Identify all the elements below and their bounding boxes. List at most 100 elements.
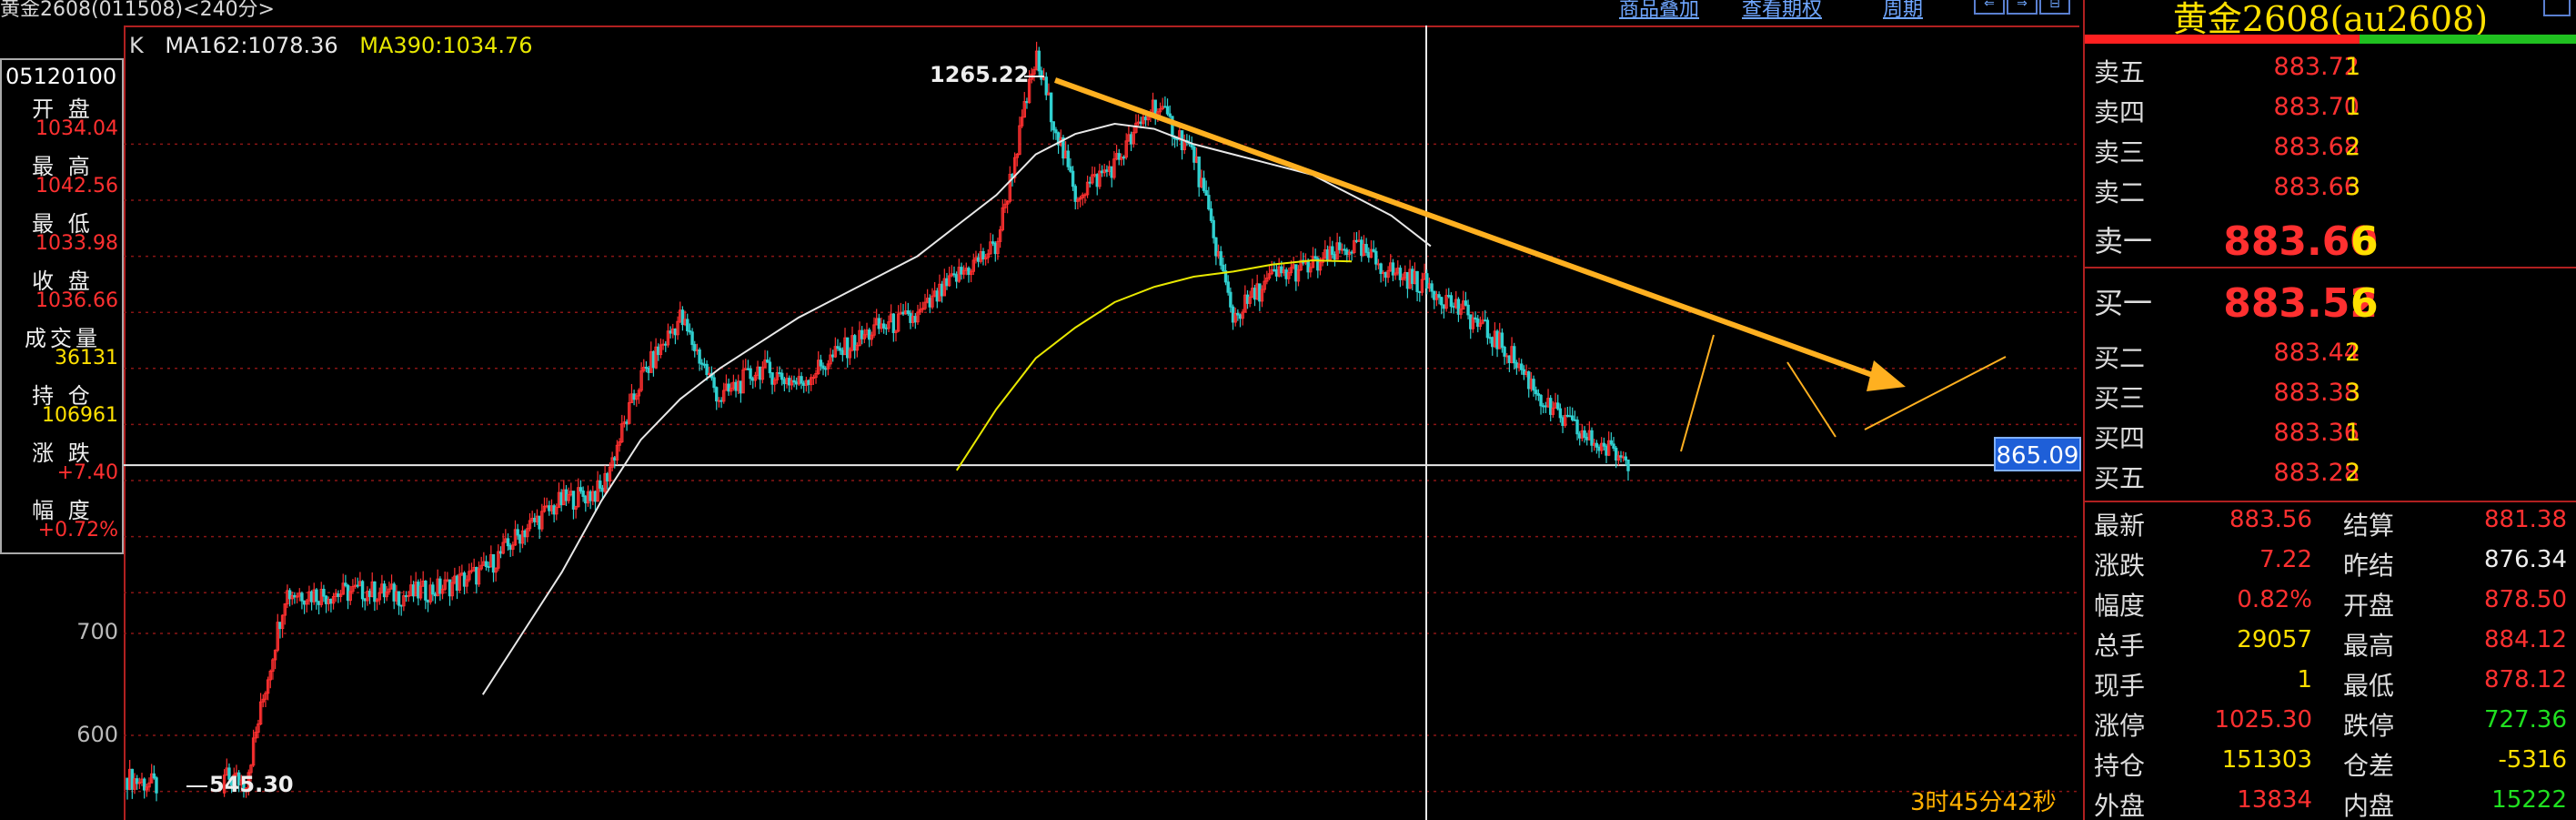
candle-body: [1447, 295, 1451, 298]
stat-value: 883.56: [2229, 506, 2312, 533]
candle-body: [506, 538, 510, 547]
candle-body: [152, 773, 156, 779]
candle-body: [1514, 362, 1519, 369]
candle-body: [788, 378, 791, 386]
candle-body: [155, 777, 158, 794]
ask-row[interactable]: 卖五 883.72 1: [2085, 53, 2576, 93]
candle-body: [1071, 170, 1075, 187]
candle-body: [1513, 346, 1516, 364]
bid-row[interactable]: 买二 883.44 2: [2085, 339, 2576, 379]
candle-body: [800, 376, 803, 384]
candle-body: [801, 382, 806, 386]
candle-body: [404, 595, 408, 598]
candle-body: [448, 579, 452, 597]
ask-row[interactable]: 卖二 883.66 3: [2085, 173, 2576, 213]
bid-label: 买五: [2094, 463, 2146, 493]
candle-body: [1204, 189, 1208, 197]
ask-label: 卖五: [2094, 57, 2146, 87]
candle-body: [1354, 239, 1359, 242]
candle-body: [455, 575, 459, 592]
candle-body: [344, 582, 347, 586]
candle-body: [1522, 369, 1526, 375]
candle-body: [1245, 294, 1250, 304]
panel-toggle-icon[interactable]: [2543, 0, 2571, 16]
candle-body: [1602, 442, 1606, 447]
candle-body: [516, 529, 519, 536]
bid-volume: 1: [2345, 419, 2361, 447]
candle-body: [807, 380, 810, 386]
candle-body: [315, 589, 318, 602]
candle-body: [954, 274, 959, 282]
candle-body: [830, 354, 835, 358]
candle-body: [901, 311, 905, 315]
stat-label: 幅度: [2094, 591, 2146, 621]
candle-body: [317, 601, 321, 605]
kline-chart[interactable]: [0, 0, 2083, 820]
candle-body: [1284, 269, 1288, 279]
ask-row[interactable]: 卖四 883.70 1: [2085, 93, 2576, 133]
stat-label: 总手: [2094, 631, 2146, 661]
ask-volume: 6: [2350, 218, 2379, 265]
stat-value: 7.22: [2259, 546, 2312, 573]
candle-body: [1597, 446, 1601, 451]
low-annotation: 545.30: [209, 772, 294, 797]
stat-label: 外盘: [2094, 791, 2146, 820]
candle-body: [1398, 268, 1403, 280]
candle-body: [1100, 170, 1104, 174]
bid-row[interactable]: 买四 883.36 1: [2085, 419, 2576, 459]
candle-body: [928, 298, 932, 308]
stat-value: 29057: [2237, 626, 2312, 653]
candle-body: [1442, 304, 1446, 309]
bid-volume: 2: [2345, 339, 2361, 367]
candle-body: [337, 593, 340, 597]
candle-body: [1143, 116, 1148, 121]
candle-body: [845, 337, 850, 359]
y-tick-label: 700: [76, 619, 118, 644]
candle-body: [518, 534, 522, 544]
candle-body: [1464, 300, 1468, 306]
candle-body: [438, 578, 442, 594]
candle-body: [669, 330, 672, 334]
bid-row[interactable]: 买一 883.52 6: [2085, 280, 2576, 327]
candle-body: [538, 515, 541, 530]
candle-body: [651, 350, 656, 369]
candle-body: [823, 368, 828, 370]
candle-body: [1595, 442, 1599, 448]
candle-body: [1236, 312, 1240, 316]
candle-body: [906, 310, 911, 314]
candle-body: [1117, 153, 1121, 160]
candle-body: [1139, 121, 1142, 125]
bar-countdown: 3时45分42秒: [1910, 789, 2057, 816]
candle-body: [680, 309, 685, 326]
candle-body: [1503, 347, 1506, 357]
high-annotation: 1265.22: [930, 62, 1030, 87]
candle-body: [717, 400, 721, 402]
stat-label: 涨跌: [2094, 551, 2146, 581]
candle-body: [891, 313, 896, 333]
stat-value: 878.12: [2484, 666, 2567, 693]
candle-body: [1374, 250, 1378, 265]
candle-body: [1583, 430, 1586, 438]
candle-body: [392, 583, 396, 602]
candle-body: [993, 242, 997, 255]
candle-body: [1083, 194, 1087, 197]
candle-body: [1484, 319, 1487, 322]
candle-body: [795, 381, 799, 385]
candle-body: [599, 481, 602, 489]
ask-row[interactable]: 卖三 883.68 2: [2085, 133, 2576, 173]
candle-body: [1360, 239, 1363, 257]
candle-body: [1590, 430, 1594, 446]
stat-label: 开盘: [2343, 591, 2395, 621]
bid-row[interactable]: 买五 883.28 2: [2085, 459, 2576, 499]
divider: [2085, 267, 2576, 268]
candle-body: [719, 400, 723, 402]
ask-row[interactable]: 卖一 883.60 6: [2085, 218, 2576, 265]
bid-row[interactable]: 买三 883.38 3: [2085, 379, 2576, 419]
candle-body: [782, 379, 787, 385]
candle-body: [727, 383, 730, 392]
candle-body: [1507, 355, 1512, 363]
candle-body: [1561, 417, 1565, 426]
stat-label: 跌停: [2343, 711, 2395, 741]
candle-body: [417, 582, 420, 599]
stat-label: 仓差: [2343, 751, 2395, 781]
